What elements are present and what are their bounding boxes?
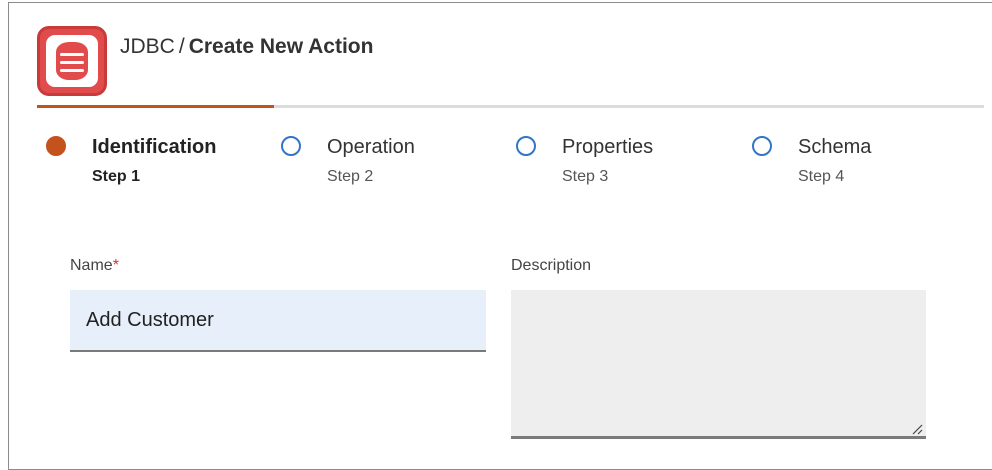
- page-heading: Create New Action: [188, 35, 374, 58]
- step-active-dot-icon: [46, 136, 66, 156]
- step-label: Properties: [562, 136, 654, 158]
- step-progress-bar: [37, 105, 984, 108]
- step-label: Operation: [327, 136, 415, 158]
- jdbc-logo: [37, 26, 107, 96]
- step-number: Step 4: [798, 168, 845, 185]
- required-asterisk: *: [112, 257, 119, 274]
- step-number: Step 3: [562, 168, 609, 185]
- resize-handle-icon[interactable]: [911, 423, 923, 435]
- page-title: JDBC / Create New Action: [120, 34, 373, 60]
- step-label: Schema: [798, 136, 872, 158]
- step-inactive-dot-icon: [516, 136, 536, 156]
- step-number: Step 1: [92, 168, 141, 185]
- step-number: Step 2: [327, 168, 374, 185]
- database-icon: [46, 35, 98, 87]
- breadcrumb-jdbc[interactable]: JDBC: [120, 35, 175, 58]
- description-label: Description: [511, 257, 592, 274]
- step-inactive-dot-icon: [752, 136, 772, 156]
- step-label: Identification: [92, 136, 217, 158]
- step-progress-fill: [37, 105, 274, 108]
- name-label: Name*: [70, 256, 119, 276]
- name-label-text: Name: [70, 257, 113, 274]
- breadcrumb-separator: /: [178, 35, 185, 58]
- step-inactive-dot-icon: [281, 136, 301, 156]
- description-textarea[interactable]: [511, 290, 926, 439]
- name-input[interactable]: [70, 290, 486, 352]
